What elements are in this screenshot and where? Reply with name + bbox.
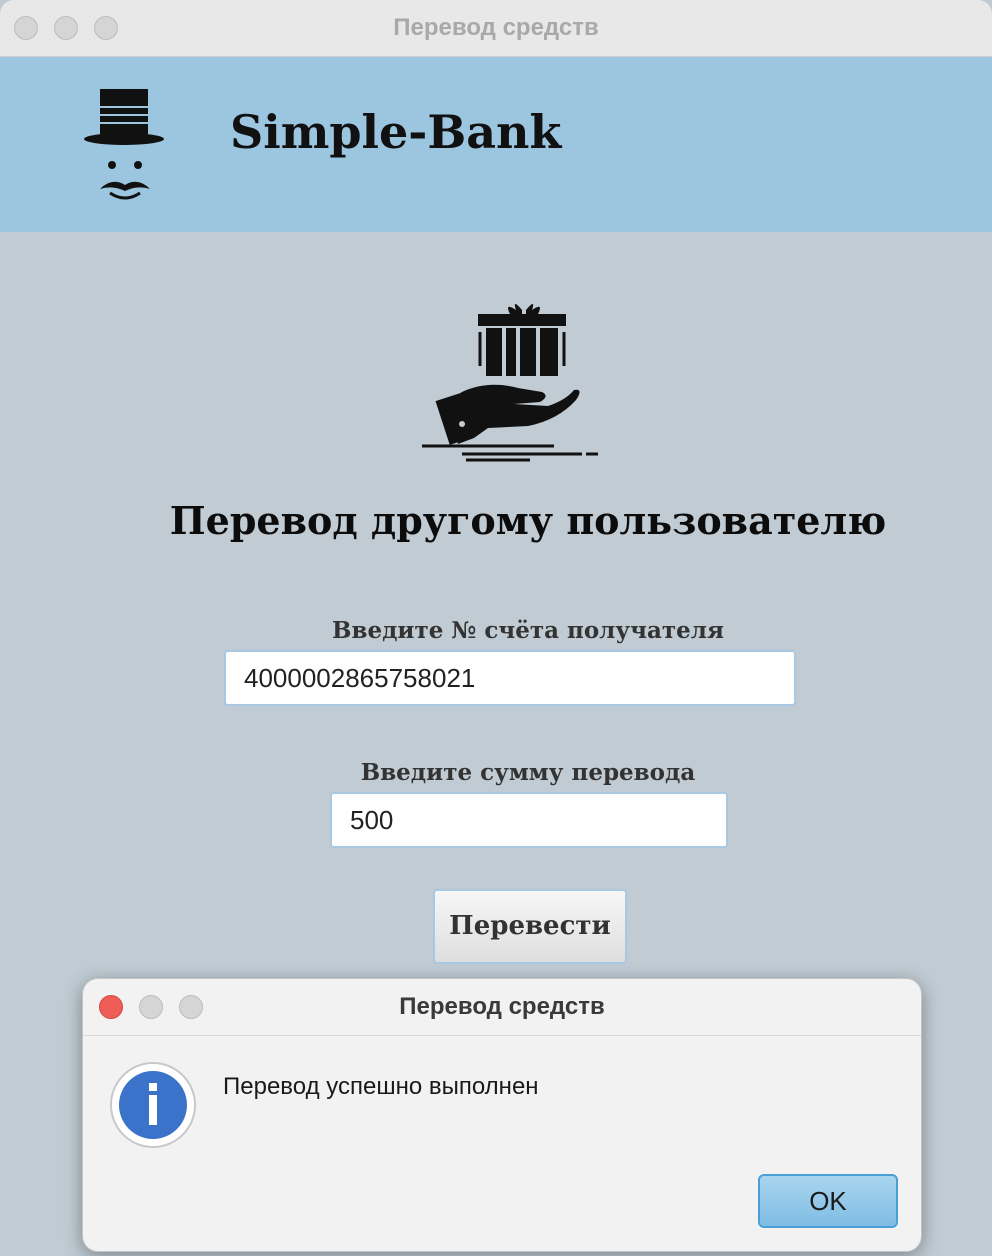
app-brand-name: Simple-Bank — [230, 105, 562, 159]
gift-in-hand-icon — [422, 304, 598, 462]
dialog-titlebar: Перевод средств — [83, 979, 921, 1036]
top-hat-mustache-logo-icon — [84, 89, 164, 200]
window-title: Перевод средств — [393, 14, 599, 41]
amount-input[interactable]: 500 — [330, 792, 728, 848]
page-title: Перевод другому пользователю — [169, 498, 887, 543]
info-icon — [110, 1062, 196, 1148]
transfer-button[interactable]: Перевести — [433, 889, 627, 964]
success-dialog: Перевод средств Перевод успешно выполнен… — [82, 978, 922, 1252]
dialog-title: Перевод средств — [399, 993, 605, 1020]
dialog-message: Перевод успешно выполнен — [223, 1073, 539, 1100]
app-header: Simple-Bank — [0, 57, 992, 232]
main-window-titlebar: Перевод средств — [0, 0, 992, 57]
ok-button[interactable]: OK — [758, 1174, 898, 1228]
account-number-label: Введите № счёта получателя — [332, 617, 724, 644]
amount-label: Введите сумму перевода — [360, 759, 696, 786]
account-number-input[interactable]: 4000002865758021 — [224, 650, 796, 706]
